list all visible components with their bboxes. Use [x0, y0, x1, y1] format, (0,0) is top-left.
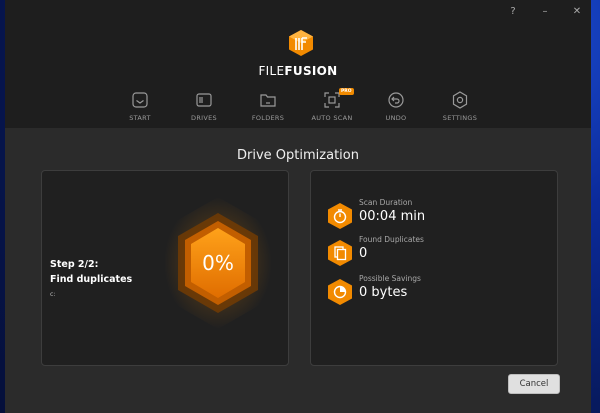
step-number: Step 2/2:: [50, 259, 99, 270]
scan-duration-value: 00:04 min: [359, 209, 426, 224]
main-nav: START DRIVES FOLDERS PRO AUTO SCAN UNDO …: [5, 88, 591, 126]
duplicates-icon: [328, 240, 352, 266]
help-button[interactable]: ?: [507, 6, 519, 17]
close-button[interactable]: ✕: [571, 6, 583, 17]
nav-undo-label: UNDO: [385, 114, 407, 122]
step-description: Find duplicates: [50, 274, 133, 285]
nav-folders[interactable]: FOLDERS: [238, 90, 298, 122]
undo-icon: [388, 92, 404, 108]
nav-folders-label: FOLDERS: [251, 114, 285, 122]
step-text: Step 2/2: Find duplicates: [50, 257, 132, 287]
cancel-button[interactable]: Cancel: [508, 374, 560, 394]
scan-duration-label: Scan Duration: [359, 198, 413, 207]
nav-drives[interactable]: DRIVES: [174, 90, 234, 122]
brand-part-2: FUSION: [284, 64, 338, 78]
drives-icon: [196, 93, 212, 107]
progress-percent: 0%: [202, 251, 234, 275]
nav-start-label: START: [129, 114, 151, 122]
scan-duration-stat: Scan Duration 00:04 min: [327, 198, 547, 232]
current-drive: c:: [50, 291, 56, 298]
logo-icon: [289, 30, 313, 56]
found-duplicates-stat: Found Duplicates 0: [327, 235, 547, 269]
possible-savings-label: Possible Savings: [359, 274, 421, 283]
nav-drives-label: DRIVES: [191, 114, 217, 122]
nav-settings[interactable]: SETTINGS: [430, 90, 490, 122]
stopwatch-icon: [328, 203, 352, 229]
found-duplicates-label: Found Duplicates: [359, 235, 424, 244]
nav-start[interactable]: START: [110, 90, 170, 122]
nav-undo[interactable]: UNDO: [366, 90, 426, 122]
progress-panel: Step 2/2: Find duplicates c: 0%: [41, 170, 289, 366]
brand-part-1: FILE: [258, 64, 285, 78]
folder-icon: [260, 94, 276, 107]
possible-savings-stat: Possible Savings 0 bytes: [327, 274, 547, 308]
minimize-button[interactable]: –: [539, 6, 551, 17]
nav-settings-label: SETTINGS: [442, 114, 478, 122]
savings-icon: [328, 279, 352, 305]
window-controls: ? – ✕: [507, 6, 583, 17]
found-duplicates-value: 0: [359, 246, 368, 261]
gear-icon: [452, 91, 468, 109]
stats-panel: Scan Duration 00:04 min Found Duplicates…: [310, 170, 558, 366]
start-icon: [132, 92, 148, 108]
possible-savings-value: 0 bytes: [359, 285, 408, 300]
nav-auto-scan[interactable]: PRO AUTO SCAN: [302, 88, 362, 122]
brand-name: FILEFUSION: [5, 64, 591, 78]
header: ? – ✕ FILEFUSION START DRIVES FOLDERS PR…: [5, 0, 591, 128]
progress-hexagon: 0%: [158, 193, 278, 333]
nav-auto-scan-label: AUTO SCAN: [311, 114, 353, 122]
app-window: ? – ✕ FILEFUSION START DRIVES FOLDERS PR…: [5, 0, 591, 413]
page-title: Drive Optimization: [237, 148, 359, 163]
pro-badge: PRO: [339, 88, 354, 95]
